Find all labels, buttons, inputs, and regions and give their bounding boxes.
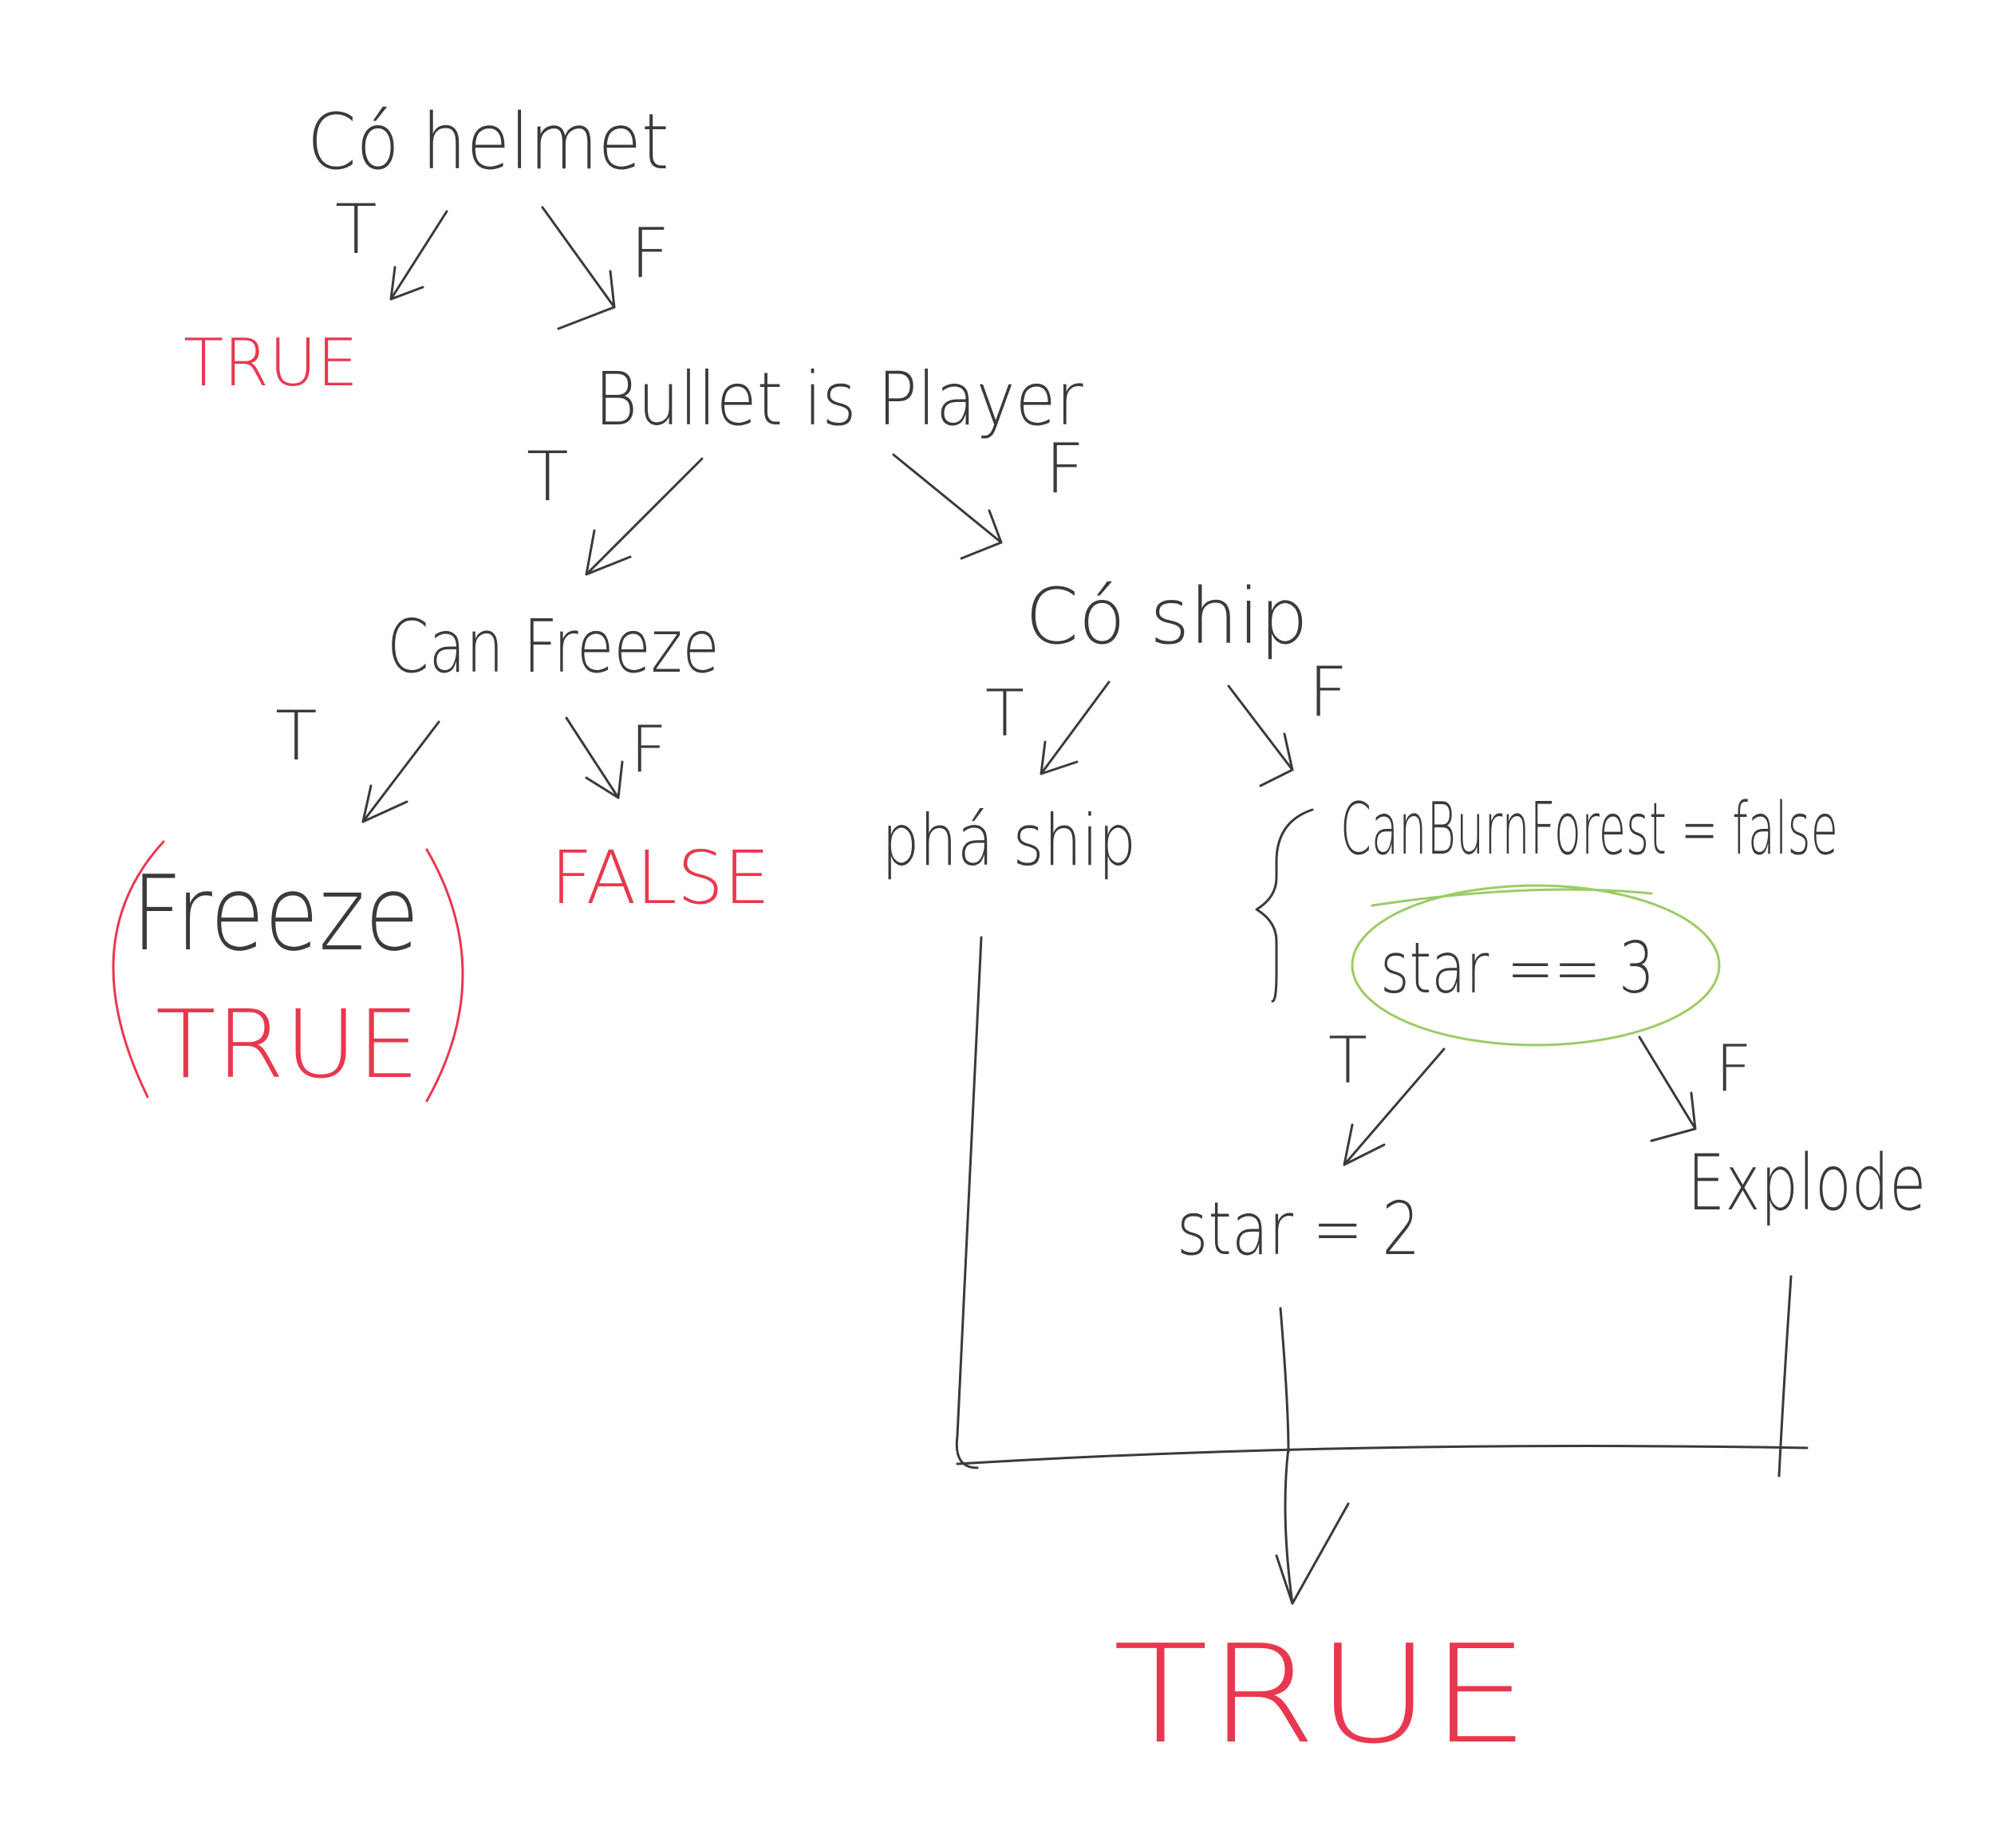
branch-helmet-t: T	[335, 190, 377, 270]
branch-freeze-t: T	[275, 696, 318, 776]
line-pha-ship-down	[955, 936, 983, 1469]
result-freeze-false: FALSE	[550, 835, 771, 921]
result-helmet-true: TRUE	[183, 325, 358, 401]
edge-helmet-false	[541, 206, 616, 330]
node-pha-ship: phá ship	[882, 799, 1137, 882]
edge-ship-false	[1227, 684, 1294, 787]
node-star-2: star = 2	[1177, 1186, 1421, 1272]
branch-star-t: T	[1328, 1024, 1367, 1098]
node-co-ship: Có ship	[1025, 572, 1308, 661]
edge-helmet-true	[389, 210, 448, 301]
result-freeze-true: TRUE	[156, 989, 420, 1099]
merge-bar	[956, 1445, 1809, 1465]
result-final-true: TRUE	[1113, 1616, 1529, 1774]
line-star2-down	[1279, 1307, 1290, 1453]
branch-helmet-f: F	[630, 214, 670, 294]
node-can-burn-forest: CanBurnForest = false	[1340, 787, 1838, 871]
edge-star-false	[1638, 1035, 1697, 1142]
node-can-freeze: Can Freeze	[387, 604, 720, 689]
line-to-final	[1275, 1446, 1350, 1605]
edge-freeze-true	[361, 720, 440, 823]
branch-star-f: F	[1715, 1031, 1753, 1106]
branch-freeze-f: F	[630, 712, 668, 787]
node-explode: Explode	[1687, 1138, 1927, 1228]
line-explode-down	[1777, 1275, 1793, 1477]
branch-bullet-f: F	[1045, 429, 1085, 509]
branch-ship-f: F	[1308, 653, 1348, 732]
branch-ship-t: T	[985, 676, 1024, 751]
paren-right	[425, 848, 464, 1102]
node-helmet: Có helmet	[307, 97, 669, 187]
branch-bullet-t: T	[527, 437, 569, 517]
edge-bullet-true	[585, 457, 704, 576]
brace	[1255, 808, 1314, 1003]
node-bullet-player: Bullet is Player	[594, 357, 1083, 442]
edge-ship-true	[1040, 680, 1111, 775]
node-star-eq-3: star == 3	[1380, 927, 1655, 1009]
node-freeze: Freeze	[132, 853, 420, 974]
edge-bullet-false	[892, 453, 1003, 560]
edge-freeze-false	[565, 716, 624, 799]
